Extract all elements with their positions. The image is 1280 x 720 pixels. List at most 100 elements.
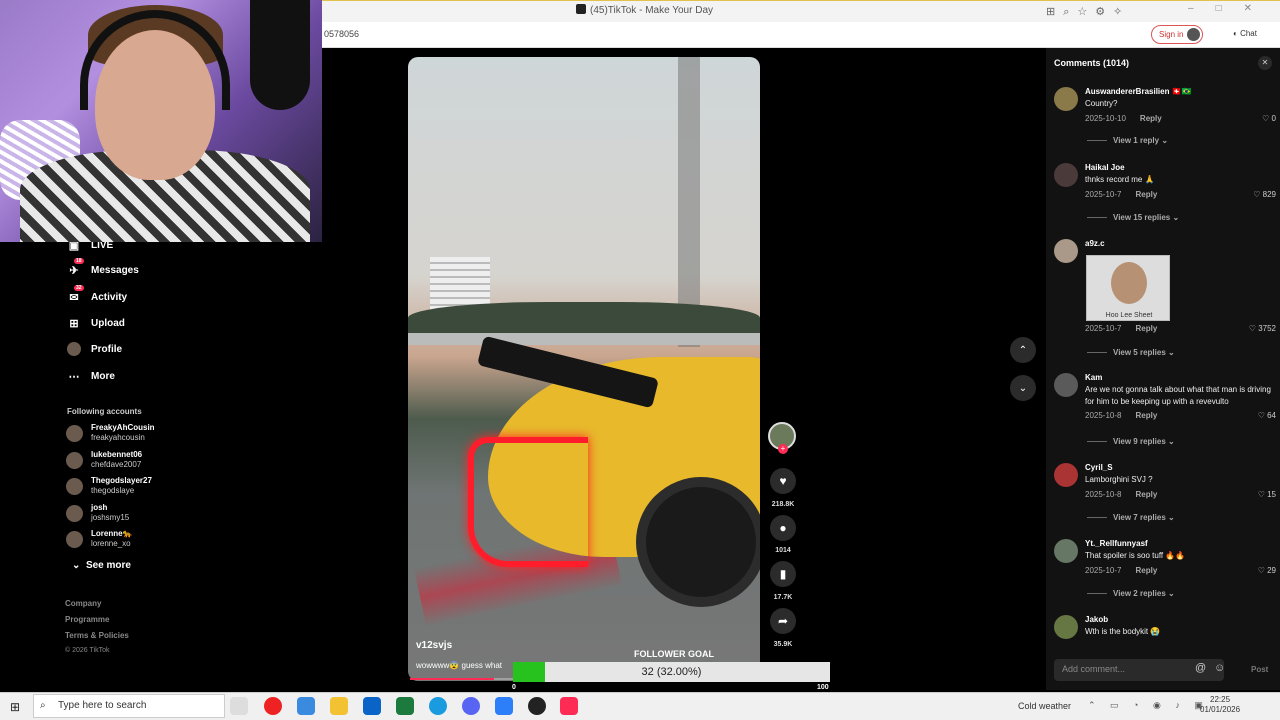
post-comment-button[interactable]: Post	[1251, 665, 1268, 674]
previous-video-button[interactable]: ⌃	[1010, 337, 1036, 363]
view-replies-button[interactable]: View 1 reply ⌄	[1087, 136, 1168, 145]
emoji-icon[interactable]: ☺	[1214, 662, 1225, 674]
comment-username[interactable]: Haikal Joe	[1085, 163, 1125, 172]
comment-username[interactable]: AuswandererBrasilien 🇨🇭🇧🇷	[1085, 87, 1192, 96]
comment-like-button[interactable]: ♡ 15	[1258, 490, 1276, 499]
nav-activity[interactable]: ✉ 32 Activity	[67, 285, 127, 304]
edge-icon[interactable]	[429, 697, 447, 715]
comment-avatar[interactable]	[1054, 539, 1078, 563]
video-player[interactable]	[408, 57, 760, 681]
view-replies-button[interactable]: View 2 replies ⌄	[1087, 589, 1175, 598]
comment-like-button[interactable]: ♡ 3752	[1249, 324, 1276, 333]
copilot-chat-button[interactable]: ◐ Chat	[1233, 29, 1257, 38]
task-view-icon[interactable]	[230, 697, 248, 715]
window-controls[interactable]: –□✕	[1188, 3, 1274, 14]
app-icon[interactable]	[495, 697, 513, 715]
view-replies-button[interactable]: View 5 replies ⌄	[1087, 348, 1175, 357]
account-handle: lorenne_xo	[91, 539, 131, 548]
view-replies-button[interactable]: View 9 replies ⌄	[1087, 437, 1175, 446]
bookmark-icon: ▮	[779, 567, 787, 581]
opera-icon[interactable]	[264, 697, 282, 715]
windows-start-icon[interactable]: ⊞	[10, 700, 20, 714]
apps-icon[interactable]: ⊞	[1046, 6, 1055, 18]
following-account[interactable]: Thegodslayer27 thegodslaye	[66, 476, 152, 496]
comment-like-button[interactable]: ♡ 0	[1262, 114, 1276, 123]
favorite-icon[interactable]: ☆	[1077, 6, 1087, 18]
comment-username[interactable]: Yt._Rellfunnyasf	[1085, 539, 1148, 548]
zoom-icon[interactable]: ⌕	[1063, 6, 1069, 18]
video-author[interactable]: v12svjs	[416, 640, 452, 651]
account-avatar	[66, 477, 83, 495]
comment-text: Lamborghini SVJ ?	[1085, 475, 1153, 484]
video-caption: wowwww😨 guess what	[416, 661, 502, 670]
comment-username[interactable]: Cyril_S	[1085, 463, 1113, 472]
save-button[interactable]: ▮	[770, 561, 796, 587]
copilot-app-icon[interactable]	[297, 697, 315, 715]
comment-avatar[interactable]	[1054, 373, 1078, 397]
browser-tab[interactable]: (45)TikTok - Make Your Day	[576, 4, 713, 16]
excel-icon[interactable]	[396, 697, 414, 715]
view-replies-button[interactable]: View 15 replies ⌄	[1087, 213, 1179, 222]
nav-upload-label: Upload	[91, 317, 125, 329]
reply-button[interactable]: Reply	[1140, 114, 1162, 123]
url-text[interactable]: 0578056	[324, 29, 359, 39]
see-more-button[interactable]: ⌄ See more	[72, 560, 131, 571]
reply-button[interactable]: Reply	[1135, 490, 1157, 499]
footer-programme[interactable]: Programme	[65, 615, 109, 624]
mention-icon[interactable]: @	[1195, 662, 1206, 674]
following-account[interactable]: Lorenne🐆 lorenne_xo	[66, 529, 133, 549]
comment-like-count: 29	[1267, 566, 1276, 575]
close-comments-button[interactable]: ✕	[1258, 56, 1272, 70]
comment-image[interactable]: Hoo Lee Sheet	[1086, 255, 1170, 321]
webcam-overlay	[0, 0, 322, 242]
comment-text: Wth is the bodykit 😭	[1085, 627, 1161, 636]
account-handle: freakyahcousin	[91, 433, 145, 442]
comment-avatar[interactable]	[1054, 615, 1078, 639]
reply-button[interactable]: Reply	[1135, 190, 1157, 199]
account-handle: joshsmy15	[91, 513, 130, 522]
comment-meta: 2025-10-7 Reply	[1085, 566, 1157, 575]
comment-avatar[interactable]	[1054, 239, 1078, 263]
collections-icon[interactable]: ✧	[1113, 6, 1122, 18]
tiktok-icon	[576, 4, 586, 14]
footer-terms[interactable]: Terms & Policies	[65, 631, 129, 640]
file-explorer-icon[interactable]	[330, 697, 348, 715]
sign-in-button[interactable]: Sign in	[1151, 25, 1203, 44]
nav-profile[interactable]: Profile	[67, 342, 122, 356]
view-replies-button[interactable]: View 7 replies ⌄	[1087, 513, 1175, 522]
account-name: FreakyAhCousin	[91, 423, 155, 432]
comment-username[interactable]: a9z.c	[1085, 239, 1105, 248]
reply-button[interactable]: Reply	[1135, 411, 1157, 420]
taskbar-search[interactable]: ⌕ Type here to search	[33, 694, 225, 718]
reply-button[interactable]: Reply	[1135, 566, 1157, 575]
share-button[interactable]: ➦	[770, 608, 796, 634]
following-account[interactable]: josh joshsmy15	[66, 503, 129, 523]
comment-username[interactable]: Jakob	[1085, 615, 1108, 624]
comment-like-button[interactable]: ♡ 29	[1258, 566, 1276, 575]
following-account[interactable]: FreakyAhCousin freakyahcousin	[66, 423, 155, 443]
like-button[interactable]: ♥	[770, 468, 796, 494]
nav-upload[interactable]: ⊞ Upload	[67, 316, 125, 330]
next-video-button[interactable]: ⌄	[1010, 375, 1036, 401]
following-account[interactable]: lukebennet06 chefdave2007	[66, 450, 142, 470]
tiktok-app-icon[interactable]	[560, 697, 578, 715]
comment-button[interactable]: ●	[770, 515, 796, 541]
follow-plus-icon[interactable]: +	[778, 444, 788, 454]
footer-company[interactable]: Company	[65, 599, 101, 608]
weather-widget[interactable]: Cold weather	[1018, 701, 1071, 711]
discord-icon[interactable]	[462, 697, 480, 715]
obs-icon[interactable]	[528, 697, 546, 715]
taskbar-clock[interactable]: 22:25 01/01/2026	[1200, 695, 1240, 715]
nav-more[interactable]: ⋯ More	[67, 369, 115, 383]
extensions-icon[interactable]: ⚙	[1095, 6, 1105, 18]
comment-like-button[interactable]: ♡ 829	[1253, 190, 1276, 199]
reply-button[interactable]: Reply	[1135, 324, 1157, 333]
comment-avatar[interactable]	[1054, 163, 1078, 187]
comment-avatar[interactable]	[1054, 463, 1078, 487]
nav-messages[interactable]: ✈ 18 Messages	[67, 258, 139, 277]
comment-username[interactable]: Kam	[1085, 373, 1102, 382]
comment-like-button[interactable]: ♡ 64	[1258, 411, 1276, 420]
system-tray[interactable]: ⌃ ▭ ◔ ◉ ♪ ▣	[1088, 700, 1209, 711]
comment-avatar[interactable]	[1054, 87, 1078, 111]
outlook-icon[interactable]	[363, 697, 381, 715]
